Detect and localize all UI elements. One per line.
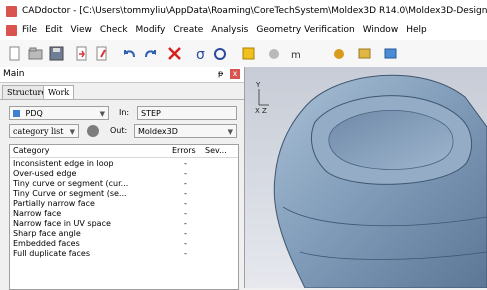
out-label: Out:: [110, 126, 128, 135]
user-icon[interactable]: [382, 45, 399, 62]
in-value: STEP: [141, 109, 161, 118]
category-select-value: category list: [13, 127, 64, 136]
column-category[interactable]: Category: [13, 145, 50, 157]
axis-indicator: Y X Z: [255, 81, 269, 115]
menu-edit[interactable]: Edit: [45, 25, 62, 35]
app-logo-icon: [6, 6, 17, 17]
list-item[interactable]: Narrow face in UV space -: [10, 219, 238, 229]
export-icon[interactable]: [93, 45, 110, 62]
list-item[interactable]: Sharp face angle -: [10, 229, 238, 239]
list-item[interactable]: Over-used edge -: [10, 169, 238, 179]
tab-work[interactable]: Work: [43, 85, 75, 99]
new-icon[interactable]: [6, 45, 23, 62]
list-item[interactable]: Tiny Curve or segment (se... -: [10, 189, 238, 199]
list-item[interactable]: Embedded faces -: [10, 239, 238, 249]
menu-check[interactable]: Check: [100, 25, 128, 35]
menu-geometry-verification[interactable]: Geometry Verification: [256, 25, 354, 35]
tools-icon[interactable]: [356, 45, 373, 62]
svg-text:σ: σ: [196, 47, 205, 62]
axis-y-label: Y: [255, 81, 261, 89]
list-item[interactable]: Tiny curve or segment (cur... -: [10, 179, 238, 189]
main-panel: Main ᵽ x Structure Work PDQ ▼ In: STEP c…: [0, 67, 245, 290]
list-item[interactable]: Inconsistent edge in loop -: [10, 159, 238, 169]
undo-icon[interactable]: [121, 45, 138, 62]
redo-icon[interactable]: [142, 45, 159, 62]
menu-create[interactable]: Create: [173, 25, 203, 35]
rotate-icon[interactable]: σ: [194, 45, 211, 62]
pin-icon[interactable]: ᵽ: [218, 69, 223, 78]
close-icon[interactable]: x: [230, 69, 240, 79]
import-icon[interactable]: [73, 45, 90, 62]
work-pane: PDQ ▼ In: STEP category list ▼ Out: Mold…: [6, 102, 239, 290]
panel-header: Main ᵽ x: [0, 67, 244, 83]
window-title: CADdoctor - [C:\Users\tommyliu\AppData\R…: [22, 6, 487, 16]
pdq-icon: [13, 110, 20, 117]
chevron-down-icon: ▼: [69, 128, 75, 136]
delete-icon[interactable]: [166, 45, 183, 62]
panel-title: Main: [3, 69, 25, 79]
column-severity[interactable]: Sev...: [205, 145, 227, 157]
list-header: Category Errors Sev...: [10, 145, 238, 158]
category-select[interactable]: category list ▼: [9, 124, 79, 138]
part-cavity: [328, 110, 454, 170]
menu-file[interactable]: File: [22, 25, 37, 35]
menu-help[interactable]: Help: [406, 25, 427, 35]
menu-analysis[interactable]: Analysis: [211, 25, 248, 35]
open-icon[interactable]: [27, 45, 44, 62]
menu-items: File Edit View Check Modify Create Analy…: [22, 25, 427, 35]
category-list[interactable]: Category Errors Sev... Inconsistent edge…: [9, 144, 239, 290]
3d-viewport[interactable]: Y X Z: [245, 67, 487, 288]
chevron-down-icon: ▼: [99, 110, 105, 118]
pdq-select[interactable]: PDQ ▼: [9, 106, 109, 120]
measure-icon[interactable]: m: [290, 45, 307, 62]
document-icon: [6, 25, 17, 36]
svg-text:m: m: [291, 50, 301, 61]
title-bar: CADdoctor - [C:\Users\tommyliu\AppData\R…: [0, 0, 487, 22]
list-item[interactable]: Partially narrow face -: [10, 199, 238, 209]
column-errors[interactable]: Errors: [172, 145, 196, 157]
in-label: In:: [119, 108, 130, 117]
axis-xz-label: X Z: [255, 107, 267, 115]
in-field[interactable]: STEP: [137, 106, 237, 120]
pdq-value: PDQ: [25, 109, 43, 118]
list-item[interactable]: Narrow face -: [10, 209, 238, 219]
menu-view[interactable]: View: [71, 25, 92, 35]
out-value: Moldex3D: [138, 127, 178, 136]
out-select[interactable]: Moldex3D ▼: [134, 124, 237, 138]
list-item[interactable]: Full duplicate faces -: [10, 249, 238, 259]
menu-modify[interactable]: Modify: [136, 25, 166, 35]
model-view[interactable]: Y X Z: [245, 67, 487, 288]
menu-window[interactable]: Window: [363, 25, 399, 35]
check-icon[interactable]: [87, 125, 99, 137]
panel-tabs: Structure Work: [0, 83, 244, 100]
save-icon[interactable]: [48, 45, 65, 62]
orbit-icon[interactable]: [212, 45, 229, 62]
shaded-icon[interactable]: [240, 45, 257, 62]
wire-icon[interactable]: [266, 45, 283, 62]
gear-icon[interactable]: [331, 45, 348, 62]
chevron-down-icon: ▼: [227, 128, 233, 136]
